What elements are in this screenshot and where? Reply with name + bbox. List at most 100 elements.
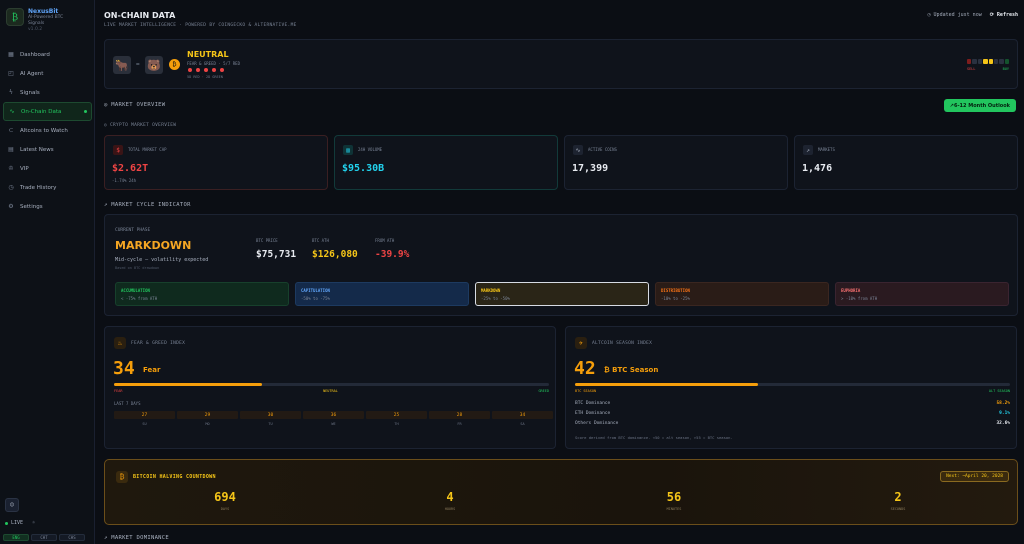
phase-euphoria[interactable]: EUPHORIA > -10% from ATH	[835, 282, 1009, 306]
stat-markets: ↗ MARKETS 1,476	[794, 135, 1018, 190]
tick-btc: BTC SEASON	[575, 389, 597, 393]
bot-icon: ◰	[8, 70, 14, 77]
count-value: 56	[666, 490, 682, 504]
lang-eng[interactable]: ENG	[3, 534, 29, 541]
phase-distribution[interactable]: DISTRIBUTION -10% to -25%	[655, 282, 829, 306]
cycle-section-title: ↗ MARKET CYCLE INDICATOR	[104, 202, 191, 208]
refresh-button[interactable]: ⟳ Refresh	[990, 12, 1018, 18]
page-subtitle: LIVE MARKET INTELLIGENCE · POWERED BY CO…	[104, 23, 297, 28]
sidebar-item-settings[interactable]: ⚙ Settings	[3, 197, 92, 216]
metric-label: BTC ATH	[312, 238, 329, 243]
sidebar-item-trade-history[interactable]: ◷ Trade History	[3, 178, 92, 197]
phase-markdown[interactable]: MARKDOWN -25% to -50%	[475, 282, 649, 306]
count-label: DAYS	[220, 507, 230, 511]
sidebar-item-label: On-Chain Data	[21, 108, 62, 115]
day-label: MO	[205, 422, 210, 426]
phase-accumulation[interactable]: ACCUMULATION < -75% from ATH	[115, 282, 289, 306]
crown-icon: ♔	[8, 165, 14, 172]
cycle-phases: ACCUMULATION < -75% from ATH CAPITULATION…	[115, 282, 1009, 306]
section-label: MARKET DOMINANCE	[111, 535, 170, 541]
phase-range: > -10% from ATH	[841, 296, 878, 301]
theme-toggle-icon[interactable]: ☼	[32, 520, 35, 526]
day-cell: 36 WE	[303, 411, 364, 426]
sidebar-item-label: Altcoins to Watch	[20, 127, 68, 134]
meter-labels: SELL BUY	[967, 67, 1009, 71]
sidebar-item-vip[interactable]: ♔ VIP	[3, 159, 92, 178]
phase-desc: Mid-cycle — volatility expected	[115, 257, 209, 263]
sidebar-item-altcoins[interactable]: ⊂ Altcoins to Watch	[3, 121, 92, 140]
lang-chs[interactable]: CHS	[59, 534, 85, 541]
user-avatar[interactable]: ☺	[5, 498, 19, 512]
others-dominance-row: Others Dominance 32.6%	[575, 421, 1010, 426]
tick-alt: ALT SEASON	[988, 389, 1010, 393]
tick-neutral: NEUTRAL	[323, 389, 338, 393]
day-cell: 30 TU	[240, 411, 301, 426]
sidebar-item-dashboard[interactable]: ▦ Dashboard	[3, 45, 92, 64]
altseason-label: ₿ BTC Season	[604, 366, 659, 374]
phase-name: EUPHORIA	[841, 288, 861, 293]
sidebar-item-on-chain-data[interactable]: ∿ On-Chain Data	[3, 102, 92, 121]
sidebar-item-label: Signals	[20, 89, 40, 96]
day-cell: 29 MO	[177, 411, 238, 426]
flame-icon: ♨	[114, 337, 126, 349]
refresh-icon: ⟳	[989, 12, 997, 18]
row-label: BTC Dominance	[575, 401, 611, 406]
bars-icon: ▥	[343, 145, 353, 155]
crypto-overview-title: ◎ CRYPTO MARKET OVERVIEW	[104, 123, 176, 128]
updated-label: Updated just now	[933, 12, 982, 18]
count-value: 4	[446, 490, 454, 504]
from-ath: FROM ATH -39.9%	[375, 238, 409, 260]
sidebar: ₿ NexusBit AI-Powered BTC Signals v1.0.2…	[0, 0, 95, 544]
day-cell: 27 SU	[114, 411, 175, 426]
altseason-value: 42	[574, 358, 596, 379]
stat-value: $2.62T	[112, 163, 149, 174]
brand[interactable]: ₿ NexusBit AI-Powered BTC Signals v1.0.2	[6, 8, 63, 33]
last7-days: 27 SU 29 MO 30 TU 36 WE 25 TH 28 FR 34 SA	[114, 411, 553, 426]
fear-greed-label: Fear	[143, 366, 161, 374]
count-label: SECONDS	[890, 507, 906, 511]
stat-label: MARKETS	[818, 147, 835, 152]
header-actions: ◷ Updated just now ⟳ Refresh	[928, 12, 1018, 18]
day-value: 29	[177, 411, 238, 419]
lang-cht[interactable]: CHT	[31, 534, 57, 541]
phase-range: -25% to -50%	[481, 296, 510, 301]
grid-icon: ▦	[8, 51, 14, 58]
phase-name: MARKDOWN	[481, 288, 501, 293]
live-indicator: LIVE ☼	[5, 520, 35, 526]
day-label: SA	[520, 422, 525, 426]
sidebar-item-news[interactable]: ▤ Latest News	[3, 140, 92, 159]
stat-label: ACTIVE COINS	[588, 147, 617, 152]
stat-value: 1,476	[802, 163, 833, 174]
fear-greed-bar	[114, 383, 549, 386]
row-label: ETH Dominance	[575, 411, 611, 416]
fear-greed-card: ♨ FEAR & GREED INDEX 34 Fear FEAR NEUTRA…	[104, 326, 556, 449]
updated-status: ◷ Updated just now	[928, 12, 982, 18]
stat-label: 24H VOLUME	[358, 147, 383, 152]
link-icon: ⊂	[8, 127, 14, 134]
count-label: HOURS	[444, 507, 456, 511]
trend-icon: ↗	[803, 145, 813, 155]
btc-dominance-row: BTC Dominance 58.2%	[575, 401, 1010, 406]
outlook-button[interactable]: ↗ 6-12 Month Outlook	[943, 99, 1016, 112]
sidebar-item-label: Latest News	[20, 146, 54, 153]
sidebar-item-signals[interactable]: ϟ Signals	[3, 83, 92, 102]
stat-value: 17,399	[572, 163, 609, 174]
row-label: Others Dominance	[575, 421, 619, 426]
phase-label: CURRENT PHASE	[115, 228, 151, 233]
altseason-ticks: BTC SEASON ALT SEASON	[575, 389, 1010, 393]
card-title: FEAR & GREED INDEX	[131, 341, 186, 346]
market-overview-title: ◎ MARKET OVERVIEW	[104, 102, 165, 108]
phase-note: Based on BTC drawdown	[115, 266, 160, 270]
day-value: 30	[240, 411, 301, 419]
logo-icon: ₿	[6, 8, 24, 26]
row-value: 9.1%	[999, 411, 1010, 416]
phase-capitulation[interactable]: CAPITULATION -50% to -75%	[295, 282, 469, 306]
news-icon: ▤	[8, 146, 14, 153]
stat-label: TOTAL MARKET CAP	[128, 147, 167, 152]
fear-greed-ticks: FEAR NEUTRAL GREED	[114, 389, 549, 393]
clock-icon: ◷	[8, 184, 14, 191]
sidebar-item-ai-agent[interactable]: ◰ AI Agent	[3, 64, 92, 83]
metric-value: $75,731	[256, 249, 297, 260]
bear-icon: 🐻	[145, 56, 163, 74]
stat-change: -1.74% 24h	[112, 178, 137, 183]
